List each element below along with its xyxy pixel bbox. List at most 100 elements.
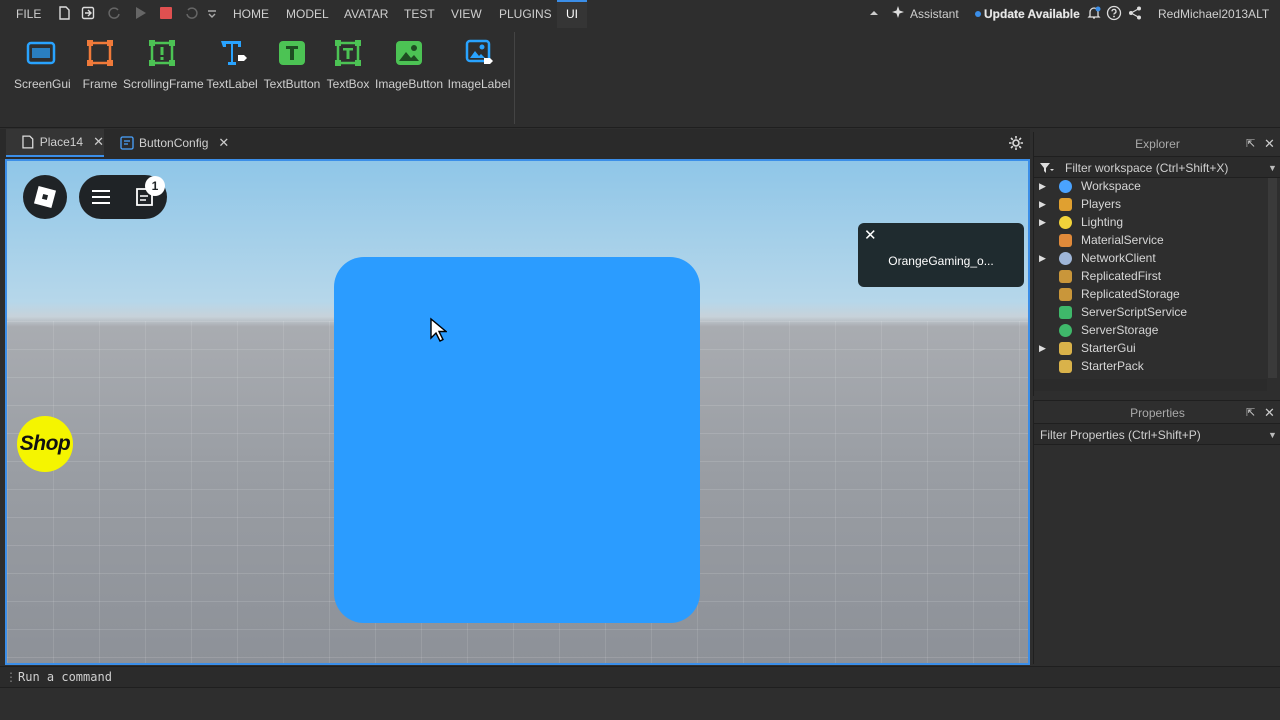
close-icon[interactable]: ✕: [864, 226, 877, 244]
notifications-icon[interactable]: [1086, 5, 1102, 21]
screengui-icon: [26, 41, 56, 65]
screengui-label: ScreenGui: [14, 77, 71, 91]
tab-buttonconfig[interactable]: ButtonConfig ✕: [104, 129, 234, 157]
folder-icon: [1059, 288, 1072, 301]
players-icon: [1059, 198, 1072, 211]
close-icon[interactable]: ✕: [93, 134, 104, 150]
imagebutton-button[interactable]: ImageButton: [375, 38, 443, 91]
scrollingframe-button[interactable]: ScrollingFrame: [123, 38, 204, 91]
redo-icon[interactable]: [106, 5, 122, 21]
tree-item-lighting[interactable]: ▶ Lighting: [1034, 213, 1266, 231]
expand-arrow-icon[interactable]: ▶: [1039, 195, 1046, 213]
chevron-down-icon: ▼: [1268, 430, 1277, 440]
tree-item-replicatedfirst[interactable]: ReplicatedFirst: [1034, 267, 1266, 285]
lightbulb-icon: [1059, 216, 1072, 229]
tree-item-serverscriptservice[interactable]: ServerScriptService: [1034, 303, 1266, 321]
drag-handle-icon[interactable]: ⋮: [5, 667, 17, 688]
tab-model[interactable]: MODEL: [286, 7, 329, 21]
tab-home[interactable]: HOME: [233, 7, 269, 21]
command-input[interactable]: Run a command: [18, 670, 112, 684]
imagebutton-label: ImageButton: [375, 77, 444, 91]
tree-item-label: Players: [1081, 197, 1122, 211]
script-icon: [120, 136, 134, 150]
undock-icon[interactable]: ⇱: [1246, 406, 1255, 419]
tab-test[interactable]: TEST: [404, 7, 435, 21]
roblox-logo-icon: [33, 185, 57, 209]
hamburger-icon[interactable]: [91, 187, 111, 207]
tree-item-players[interactable]: ▶ Players: [1034, 195, 1266, 213]
tree-item-label: StarterGui: [1081, 341, 1136, 355]
ribbon-toolbar: ScreenGui Frame ScrollingFrame TextLabel…: [0, 28, 1280, 128]
notification-toast[interactable]: ✕ OrangeGaming_o...: [858, 223, 1024, 287]
textbox-button[interactable]: TextBox: [326, 38, 370, 91]
command-bar[interactable]: ⋮ Run a command: [0, 666, 1280, 688]
expand-arrow-icon[interactable]: ▶: [1039, 177, 1046, 195]
share-icon[interactable]: [1127, 5, 1143, 21]
settings-gear-icon[interactable]: [1008, 135, 1024, 151]
tree-item-networkclient[interactable]: ▶ NetworkClient: [1034, 249, 1266, 267]
assistant-button[interactable]: Assistant: [910, 7, 959, 21]
stop-icon[interactable]: [158, 5, 174, 21]
textlabel-button[interactable]: TextLabel: [206, 38, 258, 91]
new-file-icon[interactable]: [56, 5, 72, 21]
shop-button[interactable]: Shop: [17, 416, 73, 472]
horizontal-scrollbar[interactable]: [1034, 379, 1267, 391]
chat-badge: 1: [145, 176, 165, 196]
customize-dropdown-icon[interactable]: [204, 5, 220, 21]
close-icon[interactable]: ✕: [1264, 405, 1275, 421]
roblox-menu-button[interactable]: [23, 175, 67, 219]
collapse-ribbon-icon[interactable]: [866, 5, 882, 21]
tree-item-label: ServerScriptService: [1081, 305, 1188, 319]
import-icon[interactable]: [80, 5, 96, 21]
textlabel-icon: [221, 41, 247, 65]
mouse-cursor-icon: [430, 317, 447, 342]
scrollingframe-icon: [149, 40, 175, 66]
textbox-icon: [335, 40, 361, 66]
expand-arrow-icon[interactable]: ▶: [1039, 339, 1046, 357]
frame-button[interactable]: Frame: [80, 38, 120, 91]
tab-avatar[interactable]: AVATAR: [344, 7, 388, 21]
menu-bar: FILE HOME MODEL AVATAR TEST VIEW PLUGINS…: [0, 0, 1280, 28]
tab-place14[interactable]: Place14 ✕: [6, 129, 104, 157]
tree-item-serverstorage[interactable]: ServerStorage: [1034, 321, 1266, 339]
vertical-scrollbar[interactable]: [1268, 178, 1277, 378]
update-available-button[interactable]: Update Available: [984, 7, 1080, 21]
textbutton-button[interactable]: TextButton: [262, 38, 322, 91]
play-icon[interactable]: [132, 5, 148, 21]
game-viewport[interactable]: 1 ✕ OrangeGaming_o... Shop: [5, 159, 1030, 665]
document-tabs: Place14 ✕ ButtonConfig ✕: [0, 129, 1030, 159]
tab-plugins[interactable]: PLUGINS: [499, 7, 552, 21]
update-dot-icon: [975, 11, 981, 17]
undock-icon[interactable]: ⇱: [1246, 137, 1255, 150]
textbox-label: TextBox: [326, 77, 370, 91]
tree-item-workspace[interactable]: ▶ Workspace: [1034, 177, 1266, 195]
tab-ui[interactable]: UI: [566, 7, 578, 21]
close-icon[interactable]: ✕: [218, 135, 229, 151]
undo-icon[interactable]: [184, 5, 200, 21]
tree-item-starterpack[interactable]: StarterPack: [1034, 357, 1266, 375]
screengui-button[interactable]: ScreenGui: [14, 38, 71, 91]
shop-label: Shop: [19, 432, 71, 455]
close-icon[interactable]: ✕: [1264, 136, 1275, 152]
tree-item-startergui[interactable]: ▶ StarterGui: [1034, 339, 1266, 357]
blue-frame[interactable]: [334, 257, 700, 623]
expand-arrow-icon[interactable]: ▶: [1039, 213, 1046, 231]
properties-filter[interactable]: Filter Properties (Ctrl+Shift+P) ▼: [1034, 423, 1280, 445]
file-menu[interactable]: FILE: [16, 7, 41, 21]
imagelabel-icon: [465, 39, 493, 64]
tree-item-replicatedstorage[interactable]: ReplicatedStorage: [1034, 285, 1266, 303]
explorer-panel: Explorer ⇱ ✕ Filter workspace (Ctrl+Shif…: [1033, 132, 1280, 396]
imagelabel-button[interactable]: ImageLabel: [447, 38, 511, 91]
textbutton-label: TextButton: [263, 77, 321, 91]
textbutton-icon: [279, 41, 305, 65]
properties-panel: Properties ⇱ ✕ Filter Properties (Ctrl+S…: [1033, 400, 1280, 664]
folder-icon: [1059, 342, 1072, 355]
expand-arrow-icon[interactable]: ▶: [1039, 249, 1046, 267]
assistant-icon[interactable]: [890, 5, 906, 21]
storage-icon: [1059, 324, 1072, 337]
user-name[interactable]: RedMichael2013ALT: [1158, 7, 1269, 21]
help-icon[interactable]: [1106, 5, 1122, 21]
explorer-filter[interactable]: Filter workspace (Ctrl+Shift+X) ▼: [1034, 156, 1280, 178]
tab-view[interactable]: VIEW: [451, 7, 482, 21]
tree-item-materialservice[interactable]: MaterialService: [1034, 231, 1266, 249]
